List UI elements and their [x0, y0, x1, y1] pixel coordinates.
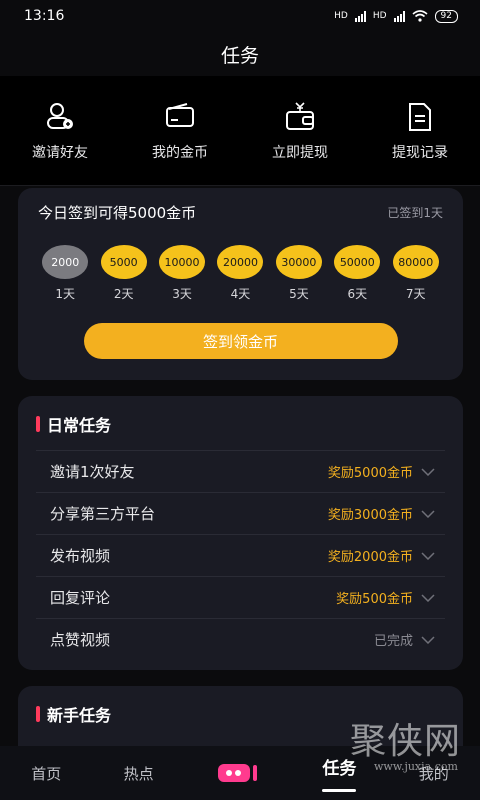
invite-friend-icon [47, 102, 73, 129]
quick-action-coins[interactable]: 我的金币 [125, 100, 235, 162]
day-label: 1天 [55, 287, 76, 301]
day-label: 2天 [113, 287, 134, 301]
signal-icon [354, 10, 366, 22]
status-bar: 13:16 HD HD 92 [0, 0, 480, 32]
chevron-down-icon[interactable] [421, 635, 435, 644]
watermark-logo: 聚侠网 [350, 721, 462, 762]
section-header: 日常任务 [18, 396, 463, 436]
signin-button[interactable]: 签到领金币 [83, 323, 398, 359]
wallet-icon [166, 102, 194, 127]
quick-action-label: 邀请好友 [32, 144, 88, 161]
withdraw-icon [286, 101, 314, 130]
signin-status: 已签到1天 [387, 206, 443, 220]
coin-badge: 80000 [392, 245, 439, 279]
section-marker [36, 416, 40, 432]
signin-day: 10000 3天 [153, 245, 211, 302]
coin-badge: 5000 [100, 245, 147, 279]
quick-action-label: 立即提现 [272, 144, 328, 161]
section-title: 新手任务 [47, 706, 112, 725]
task-list: 邀请1次好友 奖励5000金币 分享第三方平台 奖励3000金币 发布视频 奖励… [36, 450, 445, 660]
video-camera-icon [218, 764, 257, 782]
day-label: 3天 [172, 287, 192, 301]
chevron-down-icon[interactable] [421, 551, 435, 560]
day-label: 4天 [230, 287, 251, 301]
coin-badge: 10000 [159, 245, 206, 279]
quick-actions-bar: 邀请好友 我的金币 立即提现 提现记录 [0, 76, 480, 186]
page-header: 任务 [0, 32, 480, 76]
signin-day: 50000 6天 [328, 245, 386, 302]
chevron-down-icon[interactable] [421, 593, 435, 602]
signin-header: 今日签到可得5000金币 已签到1天 [18, 188, 463, 223]
tab-record[interactable] [216, 761, 260, 785]
task-reward-group: 奖励2000金币 [328, 546, 435, 565]
coin-badge: 50000 [334, 245, 381, 279]
watermark: 聚侠网 www.juxia.com [350, 712, 480, 792]
task-row[interactable]: 点赞视频 已完成 [36, 618, 445, 660]
coin-badge: 30000 [275, 245, 322, 279]
battery-indicator: 92 [434, 9, 458, 23]
chevron-down-icon[interactable] [421, 509, 435, 518]
task-reward-group: 已完成 [374, 630, 435, 649]
signin-day: 2000 1天 [36, 245, 94, 302]
task-reward-group: 奖励5000金币 [328, 462, 435, 481]
section-title: 日常任务 [47, 416, 112, 435]
task-row[interactable]: 回复评论 奖励500金币 [36, 576, 445, 618]
signin-day: 30000 5天 [270, 245, 328, 302]
section-marker [36, 706, 40, 722]
signin-days: 2000 1天 5000 2天 10000 3天 20000 4天 30000 … [18, 245, 463, 302]
page-title: 任务 [220, 44, 259, 67]
task-reward: 奖励500金币 [336, 592, 413, 607]
quick-action-label: 我的金币 [152, 144, 208, 161]
task-reward: 奖励2000金币 [327, 550, 413, 565]
signin-card: 今日签到可得5000金币 已签到1天 2000 1天 5000 2天 10000… [18, 188, 463, 380]
task-row[interactable]: 分享第三方平台 奖励3000金币 [36, 492, 445, 534]
signal-icon-2 [393, 10, 405, 22]
day-label: 6天 [347, 287, 368, 301]
coin-badge: 2000 [42, 245, 89, 279]
network-label-2: HD [372, 11, 387, 21]
signin-title: 今日签到可得5000金币 [38, 204, 197, 222]
task-row[interactable]: 邀请1次好友 奖励5000金币 [36, 450, 445, 492]
tab-home[interactable]: 首页 [31, 763, 61, 784]
task-name: 点赞视频 [50, 631, 111, 649]
tab-hot[interactable]: 热点 [124, 763, 154, 784]
task-name: 发布视频 [50, 547, 111, 565]
task-reward: 奖励5000金币 [327, 466, 413, 481]
tab-label: 热点 [123, 764, 154, 783]
task-name: 回复评论 [50, 589, 111, 607]
task-name: 分享第三方平台 [50, 505, 156, 523]
daily-tasks-card: 日常任务 邀请1次好友 奖励5000金币 分享第三方平台 奖励3000金币 发布… [18, 396, 463, 670]
signin-day: 5000 2天 [94, 245, 152, 302]
wifi-icon [412, 10, 428, 22]
day-label: 5天 [289, 287, 309, 301]
network-label-1: HD [334, 11, 348, 21]
quick-action-record[interactable]: 提现记录 [365, 100, 475, 162]
task-name: 邀请1次好友 [50, 463, 135, 481]
signin-day: 80000 7天 [387, 245, 445, 302]
task-reward-group: 奖励3000金币 [328, 504, 435, 523]
quick-action-withdraw[interactable]: 立即提现 [245, 100, 355, 162]
quick-action-label: 提现记录 [392, 144, 448, 161]
quick-action-invite[interactable]: 邀请好友 [5, 100, 115, 162]
tab-label: 首页 [31, 764, 62, 783]
status-icons: HD HD 92 [334, 9, 458, 23]
coin-badge: 20000 [217, 245, 264, 279]
task-reward: 奖励3000金币 [327, 508, 413, 523]
day-label: 7天 [405, 287, 426, 301]
status-time: 13:16 [24, 8, 65, 24]
task-row[interactable]: 发布视频 奖励2000金币 [36, 534, 445, 576]
task-reward-group: 奖励500金币 [336, 588, 435, 607]
chevron-down-icon[interactable] [421, 467, 435, 476]
task-status-completed: 已完成 [373, 634, 413, 649]
record-document-icon [409, 102, 431, 131]
signin-day: 20000 4天 [211, 245, 269, 302]
